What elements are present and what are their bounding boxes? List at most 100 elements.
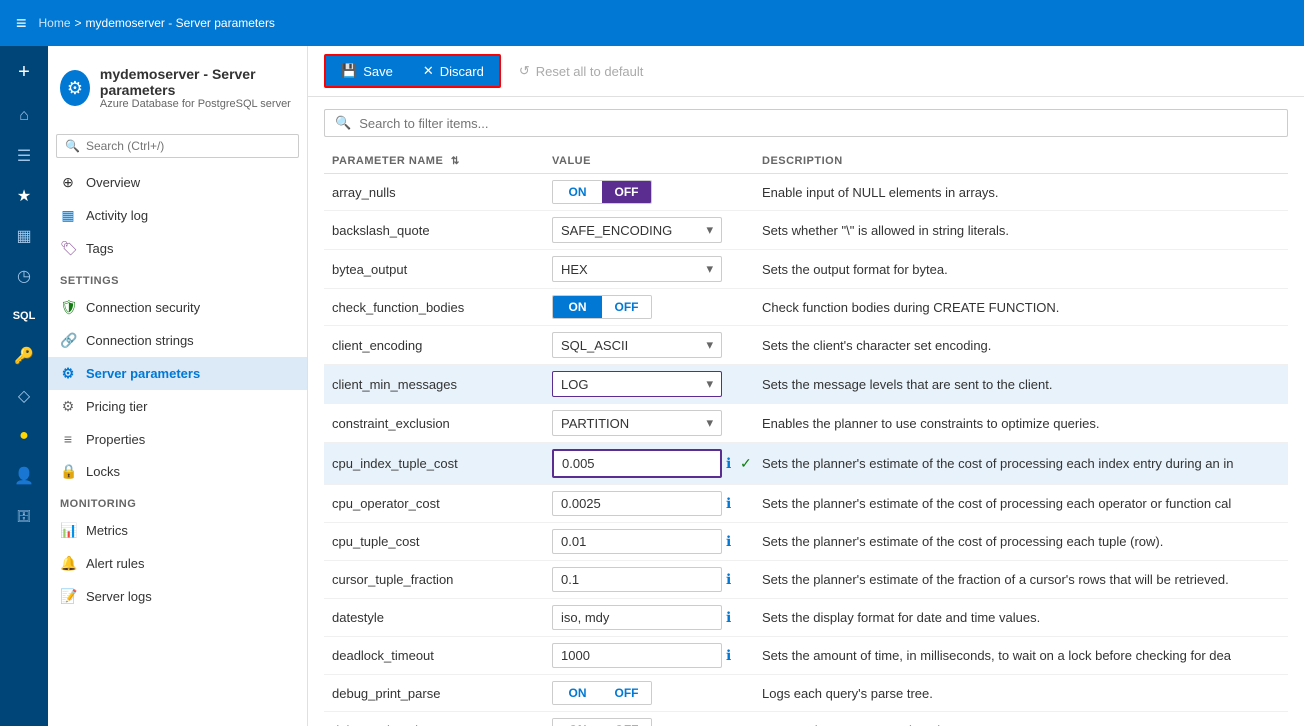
toggle-off-button[interactable]: OFF xyxy=(602,719,651,726)
sidebar-item-alert-rules[interactable]: 🔔 Alert rules xyxy=(48,547,307,580)
filter-bar[interactable]: 🔍 xyxy=(324,109,1288,137)
param-input-field[interactable] xyxy=(562,456,738,471)
param-value-cell[interactable]: ℹ xyxy=(544,599,754,637)
param-input[interactable] xyxy=(552,567,722,592)
sidebar-item-tags[interactable]: 🏷 Tags xyxy=(48,232,307,265)
table-row: datestyleℹSets the display format for da… xyxy=(324,599,1288,637)
param-name: constraint_exclusion xyxy=(332,416,450,431)
toggle-on-button[interactable]: ON xyxy=(553,682,602,704)
col-header-value: VALUE xyxy=(544,149,754,174)
close-icon: ✕ xyxy=(423,63,434,79)
info-icon[interactable]: ℹ xyxy=(726,495,731,512)
toggle-off-button[interactable]: OFF xyxy=(602,682,651,704)
param-value-cell[interactable]: ✓ℹ xyxy=(544,443,754,485)
param-input-field[interactable] xyxy=(561,648,737,663)
param-input-field[interactable] xyxy=(561,534,737,549)
toggle-on-button[interactable]: ON xyxy=(553,296,602,318)
info-icon[interactable]: ℹ xyxy=(726,647,731,664)
param-value-cell[interactable]: ONOFF xyxy=(544,289,754,326)
tags-icon: 🏷 xyxy=(60,240,76,257)
toggle-on-button[interactable]: ON xyxy=(553,181,602,203)
param-input[interactable]: ✓ xyxy=(552,449,722,478)
add-button[interactable]: + xyxy=(4,54,44,90)
sidebar-item-server-logs[interactable]: 📝 Server logs xyxy=(48,580,307,613)
toggle-group[interactable]: ONOFF xyxy=(552,718,652,726)
param-input[interactable] xyxy=(552,491,722,516)
favorites-icon-btn[interactable]: ★ xyxy=(4,178,44,214)
save-button[interactable]: 💾 Save xyxy=(326,56,408,86)
sidebar-item-connection-strings[interactable]: 🔗 Connection strings xyxy=(48,324,307,357)
param-value-cell[interactable]: SAFE_ENCODING▾ xyxy=(544,211,754,250)
param-value-cell[interactable]: ℹ xyxy=(544,561,754,599)
sidebar-search-input[interactable] xyxy=(86,139,290,153)
param-value-cell[interactable]: ONOFF xyxy=(544,174,754,211)
param-select[interactable]: LOG▾ xyxy=(552,371,722,397)
discard-button[interactable]: ✕ Discard xyxy=(408,56,499,86)
param-input[interactable] xyxy=(552,605,722,630)
sidebar-item-connection-security[interactable]: 🛡 Connection security xyxy=(48,291,307,324)
info-icon[interactable]: ℹ xyxy=(726,571,731,588)
param-input[interactable] xyxy=(552,643,722,668)
sidebar-item-activity-log[interactable]: ▦ Activity log xyxy=(48,199,307,232)
param-value-cell[interactable]: ONOFF xyxy=(544,712,754,726)
info-icon[interactable]: ℹ xyxy=(726,609,731,626)
param-description-cell: Sets the planner's estimate of the cost … xyxy=(754,443,1288,485)
toggle-group[interactable]: ONOFF xyxy=(552,681,652,705)
param-select[interactable]: SAFE_ENCODING▾ xyxy=(552,217,722,243)
param-value-cell[interactable]: ℹ xyxy=(544,523,754,561)
info-icon[interactable]: ℹ xyxy=(726,455,731,472)
sort-icon[interactable]: ⇅ xyxy=(451,156,460,167)
param-name-cell: client_min_messages xyxy=(324,365,544,404)
clock-icon-btn[interactable]: ◷ xyxy=(4,258,44,294)
param-value-cell[interactable]: ℹ xyxy=(544,485,754,523)
param-value-cell[interactable]: ONOFF xyxy=(544,675,754,712)
home-icon-btn[interactable]: ⌂ xyxy=(4,98,44,134)
sidebar-search[interactable]: 🔍 xyxy=(56,134,299,158)
sidebar-item-server-parameters[interactable]: ⚙ Server parameters xyxy=(48,357,307,390)
param-select[interactable]: SQL_ASCII▾ xyxy=(552,332,722,358)
sidebar-item-overview[interactable]: ⊕ Overview xyxy=(48,166,307,199)
collapse-nav-button[interactable]: ≡ xyxy=(10,9,33,38)
param-name-cell: cpu_index_tuple_cost xyxy=(324,443,544,485)
toggle-group[interactable]: ONOFF xyxy=(552,180,652,204)
circle-icon-btn[interactable]: ● xyxy=(4,418,44,454)
filter-input[interactable] xyxy=(359,116,1277,131)
sidebar-item-pricing-tier[interactable]: ⚙ Pricing tier xyxy=(48,390,307,423)
param-value-cell[interactable]: SQL_ASCII▾ xyxy=(544,326,754,365)
person-icon-btn[interactable]: 👤 xyxy=(4,458,44,494)
toggle-off-button[interactable]: OFF xyxy=(602,296,651,318)
reset-icon: ↺ xyxy=(519,63,530,79)
monitor-icon-btn[interactable]: ▦ xyxy=(4,218,44,254)
diamond-icon-btn[interactable]: ◇ xyxy=(4,378,44,414)
param-value-cell[interactable]: LOG▾ xyxy=(544,365,754,404)
sql-icon-btn[interactable]: SQL xyxy=(4,298,44,334)
activity-log-icon: ▦ xyxy=(60,207,76,224)
param-value-cell[interactable]: ℹ xyxy=(544,637,754,675)
param-name-cell: cursor_tuple_fraction xyxy=(324,561,544,599)
breadcrumb-home[interactable]: Home xyxy=(39,16,71,30)
key-icon-btn[interactable]: 🔑 xyxy=(4,338,44,374)
sidebar-item-properties[interactable]: ≡ Properties xyxy=(48,423,307,455)
param-name: cpu_index_tuple_cost xyxy=(332,456,458,471)
toggle-on-button[interactable]: ON xyxy=(553,719,602,726)
info-icon[interactable]: ℹ xyxy=(726,533,731,550)
sidebar-item-metrics[interactable]: 📊 Metrics xyxy=(48,514,307,547)
param-select[interactable]: PARTITION▾ xyxy=(552,410,722,436)
param-input[interactable] xyxy=(552,529,722,554)
db-icon-btn[interactable]: 🗄 xyxy=(4,498,44,534)
param-description-cell: Enable input of NULL elements in arrays. xyxy=(754,174,1288,211)
param-value-cell[interactable]: HEX▾ xyxy=(544,250,754,289)
param-input-field[interactable] xyxy=(561,496,737,511)
param-input-field[interactable] xyxy=(561,610,737,625)
param-select[interactable]: HEX▾ xyxy=(552,256,722,282)
param-value-cell[interactable]: PARTITION▾ xyxy=(544,404,754,443)
param-input-field[interactable] xyxy=(561,572,737,587)
reset-button[interactable]: ↺ Reset all to default xyxy=(505,57,658,85)
param-name: datestyle xyxy=(332,610,384,625)
monitoring-section-label: MONITORING xyxy=(48,488,307,514)
toggle-off-button[interactable]: OFF xyxy=(602,181,651,203)
sidebar-item-locks[interactable]: 🔒 Locks xyxy=(48,455,307,488)
param-description: Sets the message levels that are sent to… xyxy=(762,377,1053,392)
menu-icon-btn[interactable]: ☰ xyxy=(4,138,44,174)
toggle-group[interactable]: ONOFF xyxy=(552,295,652,319)
